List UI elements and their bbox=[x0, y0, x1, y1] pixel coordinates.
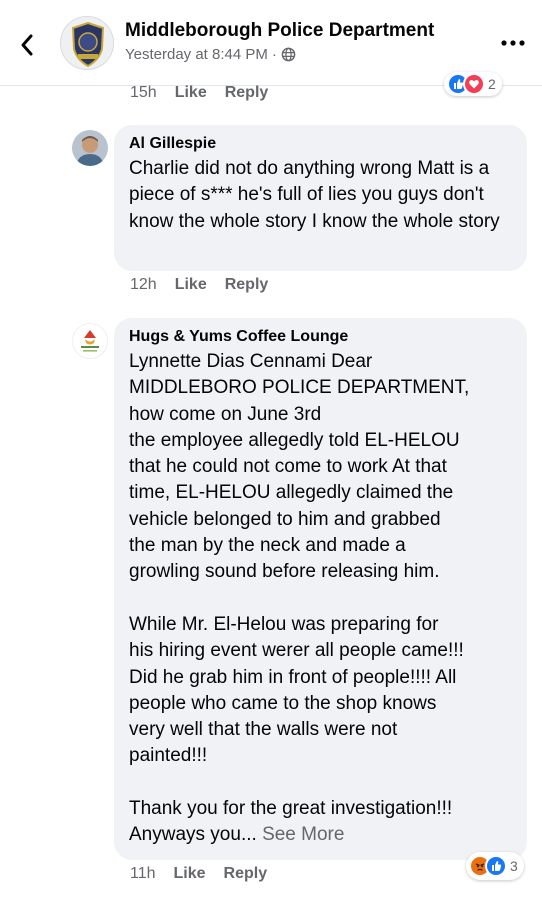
reply-button[interactable]: Reply bbox=[225, 276, 269, 294]
globe-icon bbox=[281, 47, 296, 62]
like-button[interactable]: Like bbox=[174, 865, 206, 883]
reaction-count: 3 bbox=[510, 858, 518, 874]
reply-button[interactable]: Reply bbox=[225, 84, 269, 102]
page-name[interactable]: Middleborough Police Department bbox=[125, 20, 434, 42]
comment-time[interactable]: 12h bbox=[130, 276, 157, 294]
like-button[interactable]: Like bbox=[175, 276, 207, 294]
more-options-button[interactable] bbox=[498, 30, 528, 56]
coffee-lounge-logo-icon bbox=[73, 324, 107, 358]
like-reaction-icon bbox=[485, 855, 507, 877]
post-meta: Yesterday at 8:44 PM · bbox=[125, 46, 296, 63]
comment-bubble: Al Gillespie Charlie did not do anything… bbox=[114, 125, 527, 271]
comment-time[interactable]: 15h bbox=[130, 84, 157, 102]
user-photo-icon bbox=[72, 130, 108, 166]
comment-text: Lynnette Dias Cennami Dear MIDDLEBORO PO… bbox=[129, 351, 470, 846]
avatar[interactable] bbox=[72, 323, 108, 359]
comment-text-wrapper: Lynnette Dias Cennami Dear MIDDLEBORO PO… bbox=[129, 349, 513, 849]
like-button[interactable]: Like bbox=[175, 84, 207, 102]
comment-text: Charlie did not do anything wrong Matt i… bbox=[129, 158, 500, 232]
love-reaction-icon bbox=[463, 73, 485, 95]
reaction-count: 2 bbox=[488, 76, 496, 92]
police-badge-icon bbox=[61, 17, 113, 69]
comment-bubble: Hugs & Yums Coffee Lounge Lynnette Dias … bbox=[114, 318, 527, 860]
avatar[interactable] bbox=[72, 130, 108, 166]
reactions-summary-partial[interactable]: 2 bbox=[444, 72, 502, 96]
comment-time[interactable]: 11h bbox=[130, 865, 156, 883]
see-more-link[interactable]: See More bbox=[262, 824, 344, 845]
post-timestamp[interactable]: Yesterday at 8:44 PM bbox=[125, 46, 268, 63]
reactions-summary[interactable]: 3 bbox=[466, 852, 524, 880]
more-dots-icon bbox=[501, 40, 525, 46]
reply-button[interactable]: Reply bbox=[224, 865, 268, 883]
comment-author[interactable]: Hugs & Yums Coffee Lounge bbox=[129, 328, 513, 346]
meta-separator: · bbox=[271, 46, 277, 63]
chevron-left-icon bbox=[21, 34, 33, 56]
comment-actions-partial: 15h Like Reply bbox=[130, 84, 268, 102]
comment-actions: 12h Like Reply bbox=[130, 276, 268, 294]
back-button[interactable] bbox=[10, 28, 44, 62]
comment-author[interactable]: Al Gillespie bbox=[129, 135, 513, 153]
comment-actions: 11h Like Reply bbox=[130, 865, 267, 883]
page-avatar[interactable] bbox=[60, 16, 114, 70]
